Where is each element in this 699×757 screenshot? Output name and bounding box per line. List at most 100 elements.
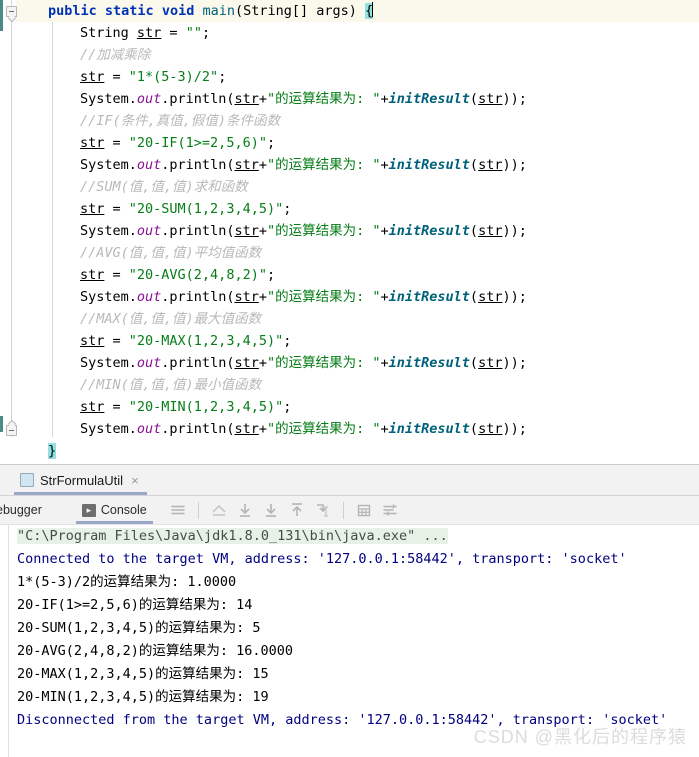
code-line[interactable]: str = "20-IF(1>=2,5,6)"; <box>0 132 699 154</box>
code-line[interactable]: public static void main(String[] args) { <box>0 0 699 22</box>
code-token: str <box>234 157 259 173</box>
print-icon[interactable] <box>313 500 333 520</box>
tab-debugger[interactable]: ebugger <box>0 496 52 524</box>
code-token: = <box>104 267 129 283</box>
code-line[interactable]: } <box>0 440 699 462</box>
csdn-watermark: CSDN @黑化后的程序猿 <box>473 727 687 747</box>
close-icon[interactable]: × <box>131 474 139 487</box>
code-line[interactable]: str = "1*(5-3)/2"; <box>0 66 699 88</box>
code-token: ; <box>266 135 276 151</box>
code-token: } <box>48 443 57 459</box>
code-token: ; <box>201 25 211 41</box>
code-line[interactable]: //AVG(值,值,值)平均值函数 <box>0 242 699 264</box>
console-line: 20-IF(1>=2,5,6)的运算结果为: 14 <box>17 597 253 613</box>
tab-console-label: Console <box>100 503 147 517</box>
editor-tab-strformulautil[interactable]: StrFormulaUtil × <box>14 465 147 495</box>
code-line[interactable]: System.out.println(str+"的运算结果为: "+initRe… <box>0 154 699 176</box>
code-token: + <box>380 289 389 305</box>
soft-wrap-icon[interactable] <box>209 500 229 520</box>
code-line[interactable]: System.out.println(str+"的运算结果为: "+initRe… <box>0 286 699 308</box>
code-line[interactable]: System.out.println(str+"的运算结果为: "+initRe… <box>0 352 699 374</box>
code-token: main <box>202 3 235 19</box>
editor-tab-bar[interactable]: StrFormulaUtil × <box>0 464 699 495</box>
code-token: static <box>104 3 162 19</box>
tab-console[interactable]: ▸ Console <box>75 496 153 524</box>
code-token: str <box>80 399 105 415</box>
code-token: System. <box>80 91 137 107</box>
code-line[interactable]: str = "20-SUM(1,2,3,4,5)"; <box>0 198 699 220</box>
code-token: = <box>104 201 129 217</box>
code-token: ( <box>469 223 479 239</box>
code-token: = <box>104 135 129 151</box>
code-line[interactable]: str = "20-AVG(2,4,8,2)"; <box>0 264 699 286</box>
code-line[interactable]: //加减乘除 <box>0 44 699 66</box>
code-token: ( <box>469 421 479 437</box>
code-token: "" <box>185 25 202 41</box>
code-token: out <box>136 289 162 305</box>
code-token: + <box>380 421 389 437</box>
code-token: )); <box>502 91 527 107</box>
console-line: 20-MIN(1,2,3,4,5)的运算结果为: 19 <box>17 689 269 705</box>
code-line[interactable]: //IF(条件,真值,假值)条件函数 <box>0 110 699 132</box>
code-line[interactable]: //SUM(值,值,值)求和函数 <box>0 176 699 198</box>
table-view-icon[interactable] <box>354 500 374 520</box>
code-line[interactable]: str = "20-MAX(1,2,3,4,5)"; <box>0 330 699 352</box>
code-token: )); <box>502 223 527 239</box>
code-token: "的运算结果为: " <box>266 289 381 305</box>
menu-icon[interactable] <box>168 500 188 520</box>
code-token: //MIN(值,值,值)最小值函数 <box>80 377 262 393</box>
code-line[interactable]: //MIN(值,值,值)最小值函数 <box>0 374 699 396</box>
code-token: "20-SUM(1,2,3,4,5)" <box>128 201 284 217</box>
code-token: out <box>136 157 162 173</box>
code-token: public <box>48 3 105 19</box>
code-token: )); <box>502 289 527 305</box>
code-token: "20-MAX(1,2,3,4,5)" <box>128 333 284 349</box>
code-token: System. <box>80 355 137 371</box>
code-line[interactable]: System.out.println(str+"的运算结果为: "+initRe… <box>0 88 699 110</box>
scroll-down-icon[interactable] <box>261 500 281 520</box>
console-line: 20-SUM(1,2,3,4,5)的运算结果为: 5 <box>17 620 261 636</box>
scroll-up-icon[interactable] <box>287 500 307 520</box>
code-token: out <box>136 223 162 239</box>
code-token: str <box>478 157 503 173</box>
code-token: out <box>136 421 162 437</box>
console-output-panel[interactable]: "C:\Program Files\Java\jdk1.8.0_131\bin\… <box>0 524 699 757</box>
code-token: System. <box>80 223 137 239</box>
code-token: )); <box>502 157 527 173</box>
code-lines-container[interactable]: public static void main(String[] args) {… <box>0 0 699 462</box>
code-token: .println( <box>161 289 235 305</box>
code-token: + <box>380 157 389 173</box>
console-line: 20-MAX(1,2,3,4,5)的运算结果为: 15 <box>17 666 269 682</box>
code-token: initResult <box>388 421 470 437</box>
code-token: + <box>258 421 267 437</box>
code-token: ; <box>283 333 292 349</box>
code-token: str <box>234 289 259 305</box>
code-token: = <box>104 69 129 85</box>
scroll-to-end-icon[interactable] <box>235 500 255 520</box>
code-token: "的运算结果为: " <box>266 223 381 239</box>
code-editor[interactable]: public static void main(String[] args) {… <box>0 0 699 464</box>
code-token: ( <box>469 289 479 305</box>
toolbar-separator <box>197 501 199 519</box>
code-line[interactable]: str = "20-MIN(1,2,3,4,5)"; <box>0 396 699 418</box>
code-token: = <box>104 333 129 349</box>
settings-icon[interactable] <box>380 500 400 520</box>
code-token: + <box>380 223 389 239</box>
code-token: .println( <box>161 355 235 371</box>
code-token: "的运算结果为: " <box>266 421 381 437</box>
run-tool-window-toolbar[interactable]: ebugger ▸ Console <box>0 495 699 524</box>
code-token: str <box>136 25 162 41</box>
code-line[interactable]: String str = ""; <box>0 22 699 44</box>
code-token: "的运算结果为: " <box>266 157 381 173</box>
code-token: str <box>478 91 503 107</box>
code-token: //MAX(值,值,值)最大值函数 <box>80 311 262 327</box>
code-token: "的运算结果为: " <box>266 355 381 371</box>
code-line[interactable]: //MAX(值,值,值)最大值函数 <box>0 308 699 330</box>
console-line: Connected to the target VM, address: '12… <box>17 551 627 567</box>
code-token: initResult <box>388 223 470 239</box>
console-line: "C:\Program Files\Java\jdk1.8.0_131\bin\… <box>0 525 699 548</box>
code-line[interactable]: System.out.println(str+"的运算结果为: "+initRe… <box>0 220 699 242</box>
code-token: initResult <box>388 355 470 371</box>
code-line[interactable]: System.out.println(str+"的运算结果为: "+initRe… <box>0 418 699 440</box>
code-token: initResult <box>388 91 470 107</box>
